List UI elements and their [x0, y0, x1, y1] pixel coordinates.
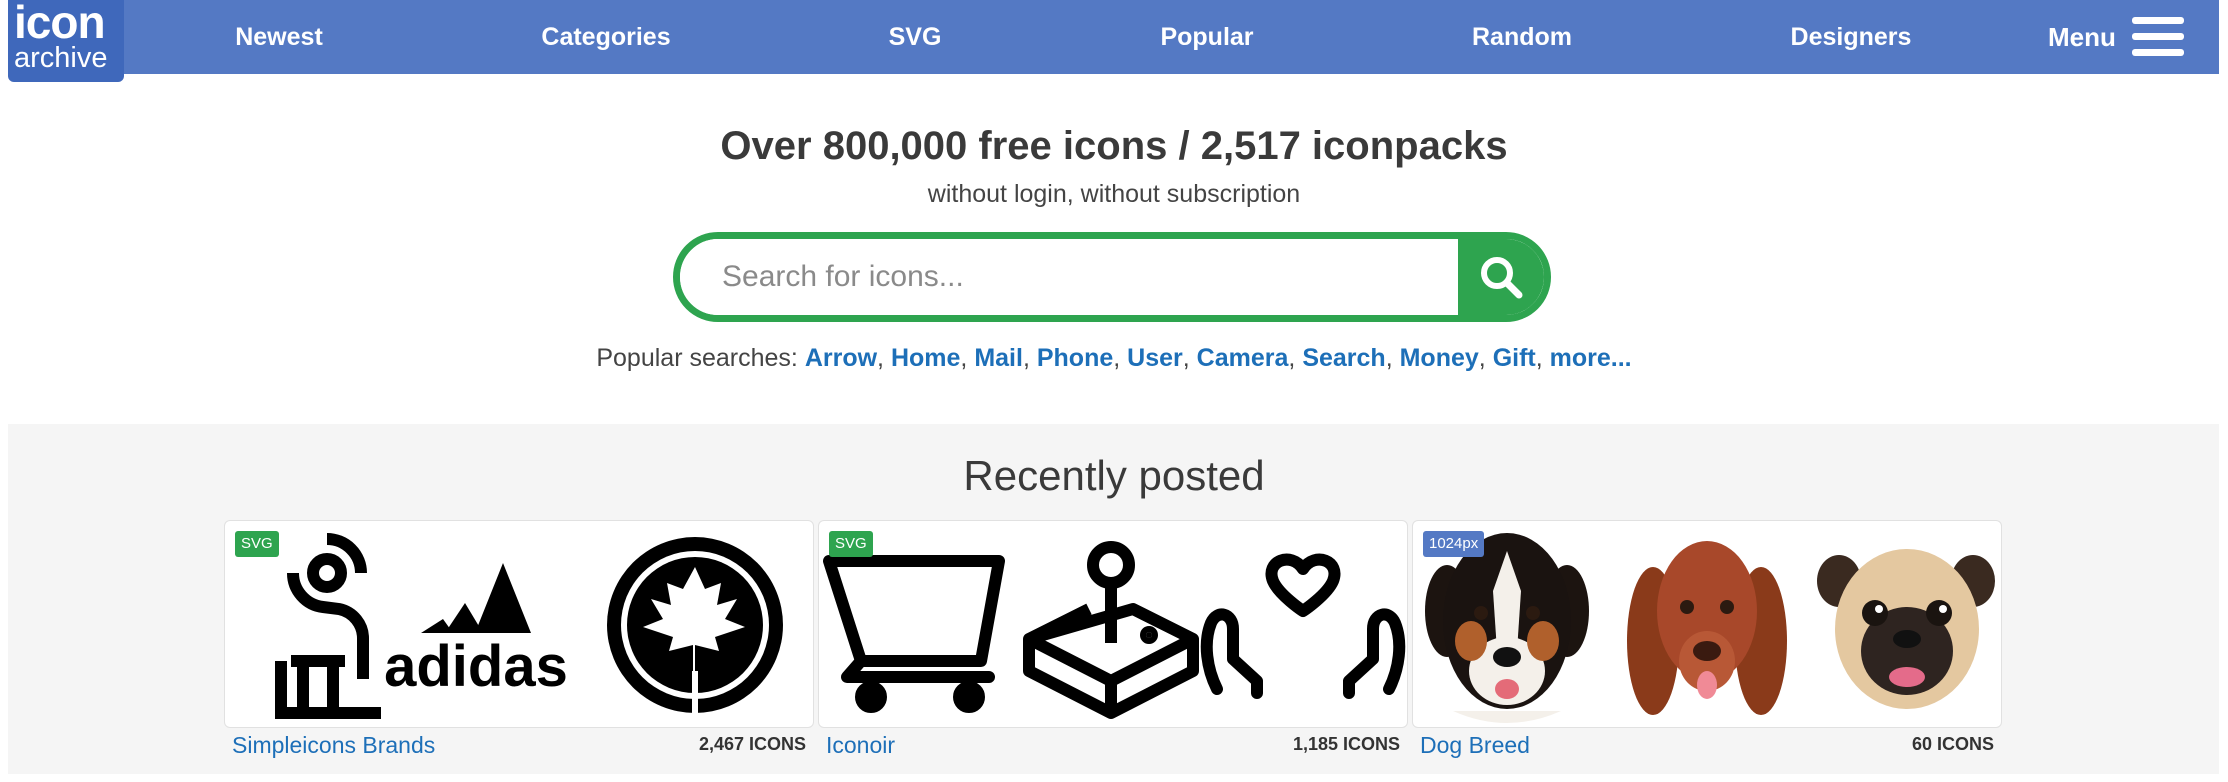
nav-random[interactable]: Random	[1472, 0, 1572, 74]
popular-link-user[interactable]: User	[1127, 344, 1183, 372]
search-input[interactable]	[680, 239, 1458, 315]
popular-link-phone[interactable]: Phone	[1037, 344, 1113, 372]
iconpack-count: 1,185 ICONS	[1292, 734, 1400, 754]
popular-link-camera[interactable]: Camera	[1197, 344, 1289, 372]
pack-thumbnails: adidas	[275, 533, 783, 719]
iconpack-preview[interactable]: 1024px	[1412, 520, 2002, 728]
search-icon	[1481, 257, 1523, 299]
joystick-icon	[1023, 541, 1199, 719]
sponsors-icon	[275, 533, 381, 719]
iconpack-preview[interactable]: SVG adidas	[224, 520, 814, 728]
site-logo[interactable]: icon archive	[8, 0, 124, 82]
iconpack-card: 1024px Dog Breed 60 ICONS	[1412, 520, 2002, 782]
menu-button[interactable]: Menu	[2048, 0, 2184, 74]
iconpack-name[interactable]: Dog Breed	[1420, 732, 1530, 759]
popular-link-search[interactable]: Search	[1302, 344, 1385, 372]
svg-text:adidas: adidas	[384, 634, 568, 699]
pack-thumbnails	[823, 541, 1406, 719]
iconpack-count: 60 ICONS	[1911, 734, 1994, 754]
search-button[interactable]	[1458, 239, 1544, 315]
nav-newest[interactable]: Newest	[235, 0, 323, 74]
shopping-cart-icon	[823, 555, 1005, 713]
menu-label: Menu	[2048, 21, 2116, 52]
iconpack-name[interactable]: Simpleicons Brands	[232, 732, 435, 759]
size-badge: 1024px	[1423, 531, 1485, 557]
search-bar	[673, 232, 1551, 322]
maple-leaf-icon	[607, 537, 783, 715]
hamburger-icon	[2131, 17, 2184, 57]
popular-link-money[interactable]: Money	[1400, 344, 1479, 372]
iconpack-card: SVG Iconoir 1,185 ICONS	[818, 520, 1408, 782]
format-badge: SVG	[235, 531, 279, 557]
nav-svg[interactable]: SVG	[889, 0, 942, 74]
nav-categories[interactable]: Categories	[541, 0, 670, 74]
bernese-dog-icon	[1425, 533, 1589, 723]
popular-link-arrow[interactable]: Arrow	[805, 344, 877, 372]
popular-link-more[interactable]: more...	[1550, 344, 1632, 372]
format-badge: SVG	[829, 531, 873, 557]
pack-thumbnails	[1425, 533, 1995, 723]
nav-popular[interactable]: Popular	[1160, 0, 1253, 74]
popular-link-mail[interactable]: Mail	[974, 344, 1023, 372]
pug-dog-icon	[1817, 549, 1995, 709]
popular-searches-label: Popular searches:	[596, 344, 798, 372]
iconpack-count: 2,467 ICONS	[698, 734, 806, 754]
popular-link-home[interactable]: Home	[891, 344, 960, 372]
page-subheadline: without login, without subscription	[927, 180, 1301, 208]
popular-link-gift[interactable]: Gift	[1493, 344, 1536, 372]
top-navbar: icon archive Newest Categories SVG Popul…	[8, 0, 2219, 82]
popular-searches: Popular searches: Arrow, Home, Mail, Pho…	[596, 344, 1632, 372]
iconpack-preview[interactable]: SVG	[818, 520, 1408, 728]
iconpack-card: SVG adidas Simpleicons Brands 2,467 ICON…	[224, 520, 814, 782]
adidas-logo-icon: adidas	[384, 563, 568, 699]
logo-text-line1: icon	[14, 0, 106, 48]
iconpack-name[interactable]: Iconoir	[826, 732, 895, 759]
hands-heart-icon	[1200, 553, 1406, 699]
recently-posted-title: Recently posted	[963, 452, 1265, 499]
nav-designers[interactable]: Designers	[1791, 0, 1912, 74]
logo-text-line2: archive	[14, 42, 108, 74]
setter-dog-icon	[1627, 541, 1787, 715]
page-headline: Over 800,000 free icons / 2,517 iconpack…	[720, 124, 1508, 168]
